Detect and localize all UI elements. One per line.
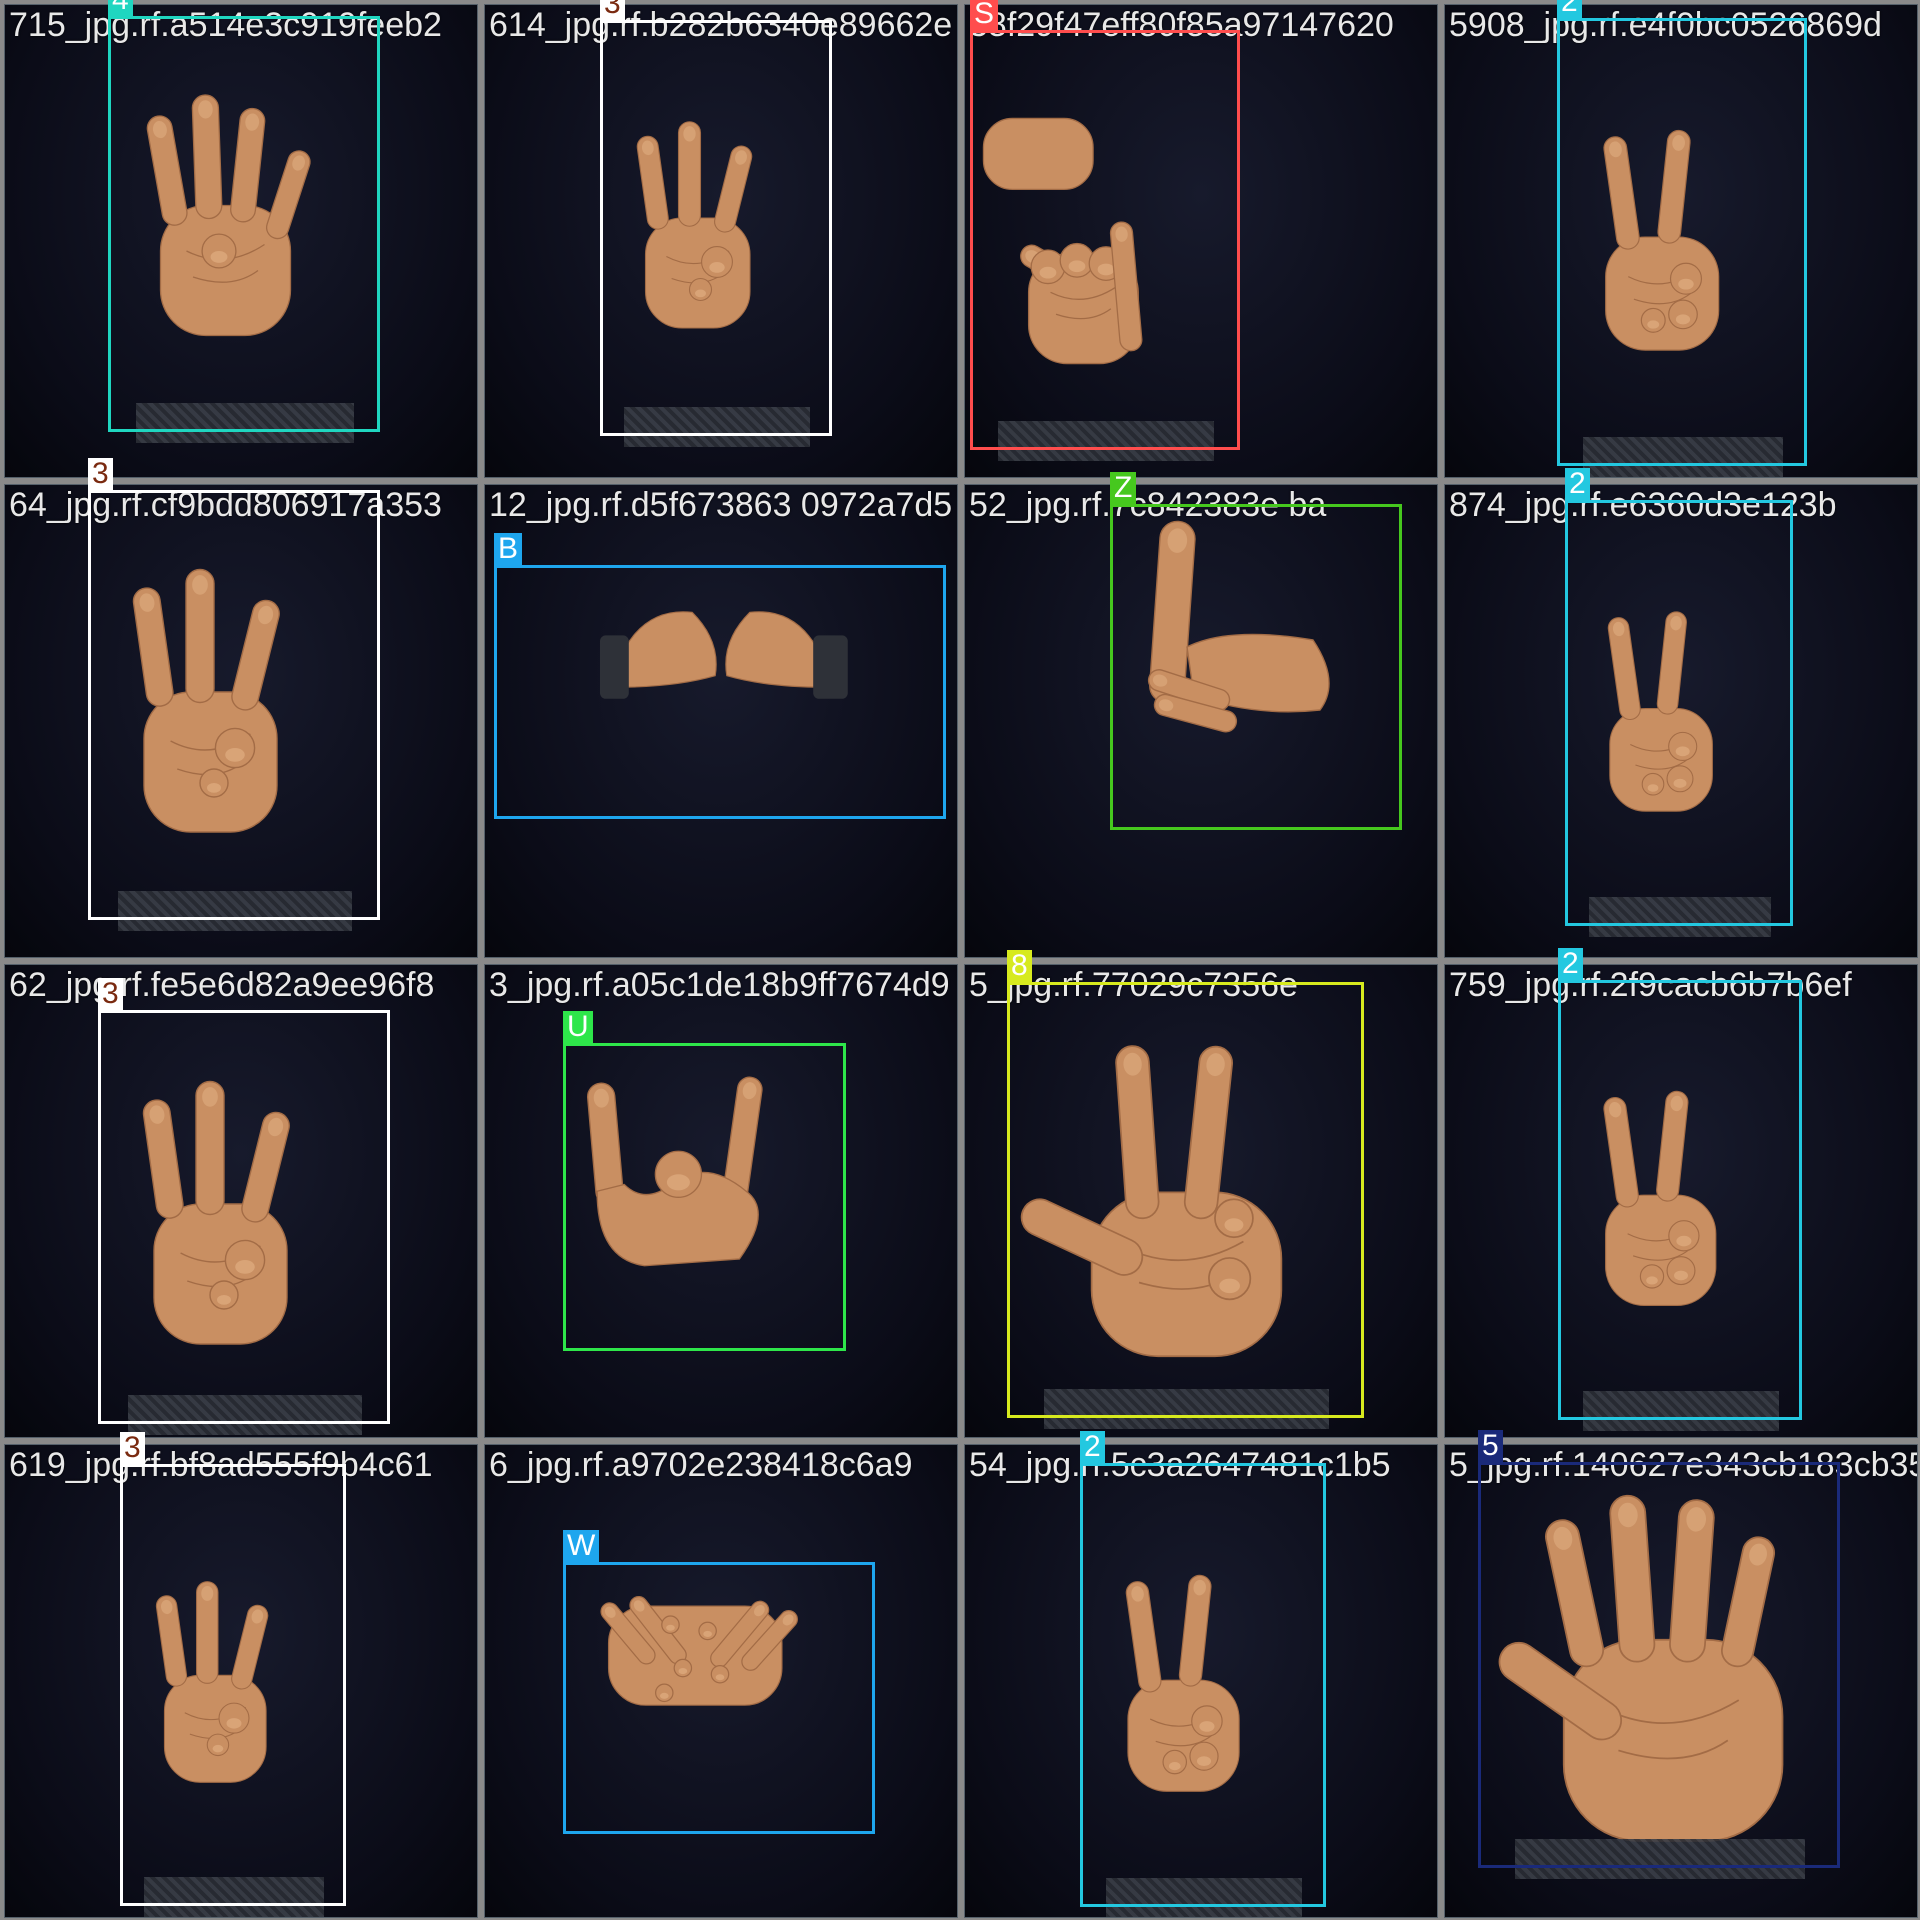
class-label-tag: 3 bbox=[98, 978, 123, 1010]
detection-bounding-box: 4 bbox=[108, 0, 380, 432]
detection-bounding-box: 2 bbox=[1558, 948, 1802, 1420]
class-label-tag: B bbox=[494, 533, 523, 565]
detection-bounding-box: 3 bbox=[120, 1432, 346, 1906]
class-label-tag: 5 bbox=[1478, 1430, 1503, 1462]
image-filename: 6_jpg.rf.a9702e238418c6a9 bbox=[489, 1446, 913, 1484]
class-label-tag: 2 bbox=[1565, 468, 1590, 500]
detection-bounding-box: 3 bbox=[600, 0, 832, 436]
detection-bounding-box: 3 bbox=[98, 978, 390, 1424]
detection-bounding-box: 2 bbox=[1080, 1431, 1326, 1907]
class-label-tag: W bbox=[563, 1530, 600, 1562]
class-label-tag: 3 bbox=[88, 458, 113, 490]
detection-bounding-box: B bbox=[494, 533, 946, 819]
class-label-tag: S bbox=[970, 0, 999, 30]
class-label-tag: Z bbox=[1110, 472, 1137, 504]
class-label-tag: 4 bbox=[108, 0, 133, 16]
detection-bounding-box: W bbox=[563, 1530, 875, 1834]
image-filename: 3_jpg.rf.a05c1de18b9ff7674d9 bbox=[489, 966, 950, 1004]
class-label-tag: 8 bbox=[1007, 950, 1032, 982]
detection-bounding-box: 2 bbox=[1565, 468, 1793, 926]
detection-bounding-box: 3 bbox=[88, 458, 380, 920]
class-label-tag: 3 bbox=[600, 0, 625, 20]
mosaic-grid: 715_jpg.rf.a514e3c919feeb24614_jpg.rf.b2… bbox=[0, 0, 1920, 1920]
detection-bounding-box: U bbox=[563, 1011, 846, 1351]
image-filename: 12_jpg.rf.d5f673863 0972a7d5 bbox=[489, 486, 953, 524]
detection-bounding-box: 8 bbox=[1007, 950, 1364, 1418]
image-filename: 62_jpg.rf.fe5e6d82a9ee96f8 bbox=[9, 966, 435, 1004]
detection-bounding-box: S bbox=[970, 0, 1240, 450]
class-label-tag: 2 bbox=[1080, 1431, 1105, 1463]
detection-bounding-box: 2 bbox=[1557, 0, 1807, 466]
class-label-tag: U bbox=[563, 1011, 593, 1043]
class-label-tag: 2 bbox=[1557, 0, 1582, 18]
class-label-tag: 2 bbox=[1558, 948, 1583, 980]
class-label-tag: 3 bbox=[120, 1432, 145, 1464]
detection-bounding-box: 5 bbox=[1478, 1430, 1840, 1868]
detection-bounding-box: Z bbox=[1110, 472, 1402, 830]
